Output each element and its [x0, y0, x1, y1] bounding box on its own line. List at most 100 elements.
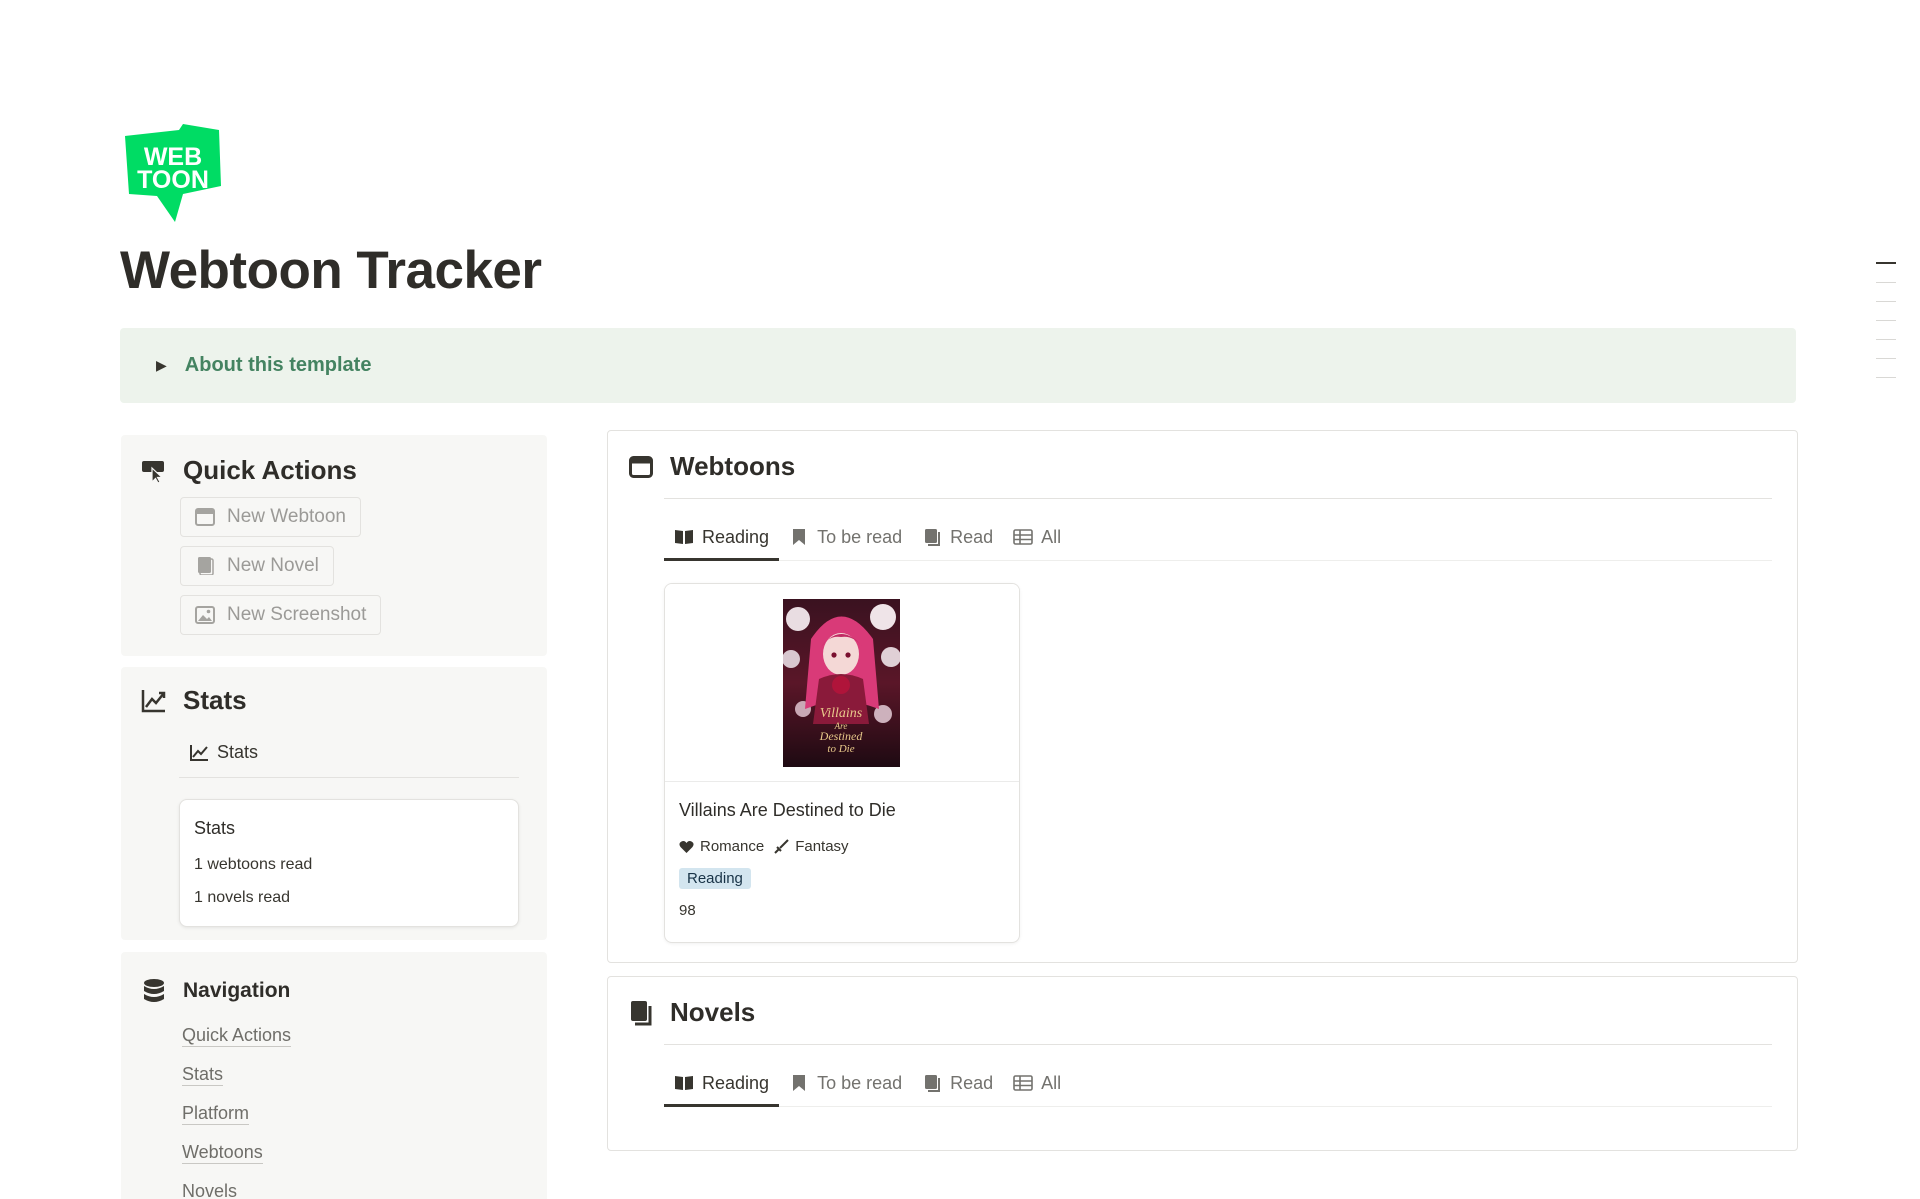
tab-reading[interactable]: Reading [664, 515, 780, 561]
page-title: Webtoon Tracker [120, 241, 542, 300]
cover-text-1: Villains [820, 706, 863, 721]
tab-to-be-read-label[interactable]: To be read [817, 527, 902, 548]
stats-card[interactable]: Stats 1 webtoons read 1 novels read [179, 799, 519, 927]
novels-header: Novels [628, 997, 755, 1028]
tab-all-label[interactable]: All [1041, 527, 1061, 548]
new-novel-button[interactable]: New Novel [180, 546, 334, 586]
stats-panel: Stats Stats Stats 1 webtoons read 1 nove… [121, 667, 547, 940]
cover-image: Villains Are Destined to Die [783, 599, 900, 767]
tab-all[interactable]: All [1003, 1061, 1071, 1105]
nav-link-quick-actions[interactable]: Quick Actions [182, 1025, 292, 1047]
card-number: 98 [679, 902, 696, 919]
tab-read[interactable]: Read [912, 1061, 1003, 1105]
card-genres: Romance Fantasy [679, 838, 859, 855]
webtoons-title: Webtoons [670, 451, 796, 481]
chart-line-icon [190, 744, 208, 761]
webtoons-read-count: 1 webtoons read [194, 856, 313, 873]
book-icon [198, 557, 214, 575]
toc-marker[interactable] [1876, 262, 1896, 264]
table-icon [1013, 1073, 1033, 1093]
open-book-icon [674, 1073, 694, 1093]
stats-tab-divider [179, 777, 519, 778]
image-icon [195, 606, 215, 624]
window-icon [195, 508, 215, 526]
bookmark-icon [789, 527, 809, 547]
toc-marker[interactable] [1876, 339, 1896, 340]
book-icon [628, 1000, 654, 1026]
toc-marker[interactable] [1876, 301, 1896, 302]
novels-read-count: 1 novels read [194, 889, 291, 906]
stats-title: Stats [183, 685, 247, 715]
genre-romance-label: Romance [700, 838, 765, 855]
cursor-click-icon [141, 458, 167, 484]
tab-read-label[interactable]: Read [950, 1073, 993, 1094]
toc-marker[interactable] [1876, 282, 1896, 283]
sword-icon [774, 839, 789, 854]
nav-link-novels[interactable]: Novels [182, 1181, 237, 1199]
table-icon [1013, 527, 1033, 547]
tab-to-be-read-label[interactable]: To be read [817, 1073, 902, 1094]
genre-romance: Romance [679, 838, 764, 855]
stats-card-title: Stats [194, 818, 236, 838]
webtoons-title-divider [664, 498, 1772, 499]
nav-link-webtoons[interactable]: Webtoons [182, 1142, 263, 1164]
novels-database: Novels Reading To be read Read All [607, 976, 1798, 1151]
table-of-contents-minimap[interactable] [1876, 262, 1896, 396]
heart-icon [679, 840, 694, 853]
toc-marker[interactable] [1876, 358, 1896, 359]
open-book-icon [674, 527, 694, 547]
tab-to-be-read[interactable]: To be read [779, 515, 912, 559]
webtoons-database: Webtoons Reading To be read Read All Vil… [607, 430, 1798, 963]
book-icon [922, 527, 942, 547]
status-badge: Reading [679, 868, 751, 889]
card-title: Villains Are Destined to Die [679, 800, 896, 820]
new-screenshot-button[interactable]: New Screenshot [180, 595, 382, 635]
book-icon [922, 1073, 942, 1093]
stats-header: Stats [141, 685, 247, 716]
tab-to-be-read[interactable]: To be read [779, 1061, 912, 1105]
nav-link-stats[interactable]: Stats [182, 1064, 224, 1086]
window-icon [628, 454, 654, 480]
card-cover: Villains Are Destined to Die [665, 584, 1019, 782]
new-webtoon-button[interactable]: New Webtoon [180, 497, 361, 537]
nav-link-platform[interactable]: Platform [182, 1103, 250, 1125]
webtoons-view-tabs: Reading To be read Read All [664, 515, 1772, 561]
genre-fantasy: Fantasy [774, 838, 849, 855]
novels-view-tabs: Reading To be read Read All [664, 1061, 1772, 1107]
tab-reading-label[interactable]: Reading [702, 1073, 769, 1094]
navigation-title: Navigation [183, 979, 291, 1002]
new-webtoon-label[interactable]: New Webtoon [227, 506, 346, 528]
toc-marker[interactable] [1876, 320, 1896, 321]
bookmark-icon [789, 1073, 809, 1093]
chart-line-icon [141, 688, 167, 714]
cover-text-3: Destined [819, 729, 864, 743]
toc-marker[interactable] [1876, 377, 1896, 378]
quick-actions-header: Quick Actions [141, 455, 357, 486]
new-novel-label[interactable]: New Novel [227, 555, 319, 577]
tab-all[interactable]: All [1003, 515, 1071, 559]
about-template-toggle[interactable]: ▶ About this template [120, 328, 1796, 403]
new-screenshot-label[interactable]: New Screenshot [227, 604, 366, 626]
novels-title: Novels [670, 997, 756, 1027]
tab-read[interactable]: Read [912, 515, 1003, 559]
triangle-right-icon[interactable]: ▶ [156, 357, 167, 374]
navigation-panel: Navigation Quick Actions Stats Platform … [121, 952, 547, 1199]
logo-line2: TOON [137, 166, 209, 194]
tab-read-label[interactable]: Read [950, 527, 993, 548]
stats-view-tab-label[interactable]: Stats [217, 742, 258, 763]
webtoon-logo: WEB TOON [121, 124, 225, 222]
tab-all-label[interactable]: All [1041, 1073, 1061, 1094]
stats-view-tab[interactable]: Stats [189, 742, 258, 763]
genre-fantasy-label: Fantasy [795, 838, 849, 855]
tab-reading-label[interactable]: Reading [702, 527, 769, 548]
novels-title-divider [664, 1044, 1772, 1045]
database-icon [141, 978, 167, 1004]
about-template-label[interactable]: About this template [185, 354, 372, 377]
navigation-header: Navigation [141, 978, 290, 1004]
webtoon-card[interactable]: Villains Are Destined to Die Villains Ar… [664, 583, 1020, 943]
tab-reading[interactable]: Reading [664, 1061, 780, 1107]
webtoons-header: Webtoons [628, 451, 795, 482]
quick-actions-panel: Quick Actions New Webtoon New Novel New … [121, 435, 547, 656]
cover-text-4: to Die [827, 743, 854, 755]
quick-actions-title: Quick Actions [183, 455, 357, 485]
